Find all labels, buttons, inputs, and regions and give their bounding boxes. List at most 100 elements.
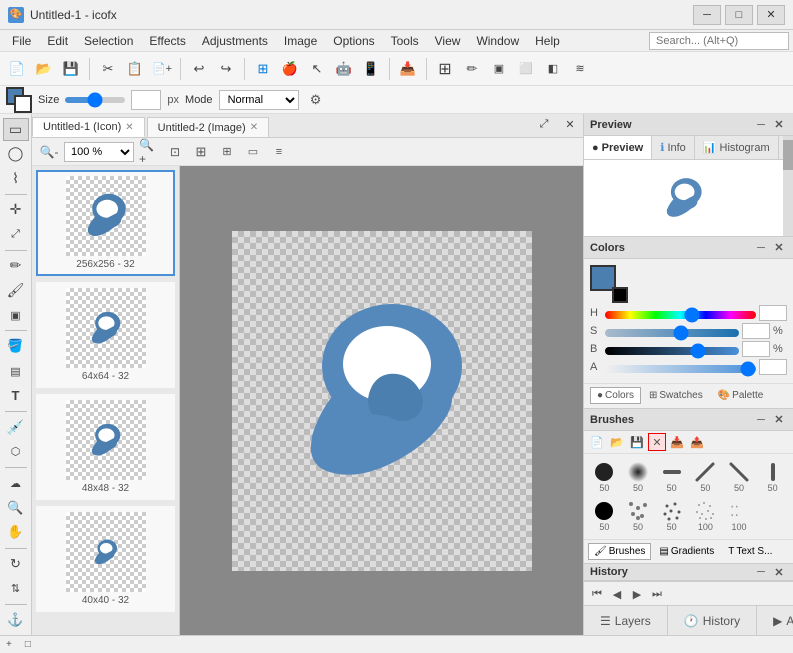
brush-dots[interactable]: 50 <box>622 497 655 535</box>
menu-adjustments[interactable]: Adjustments <box>194 32 276 50</box>
preview-scrollbar[interactable] <box>783 136 793 236</box>
menu-tools[interactable]: Tools <box>383 32 427 50</box>
preview-close-button[interactable]: ✕ <box>771 117 787 133</box>
wave-button[interactable]: ≋ <box>567 56 593 82</box>
eraser-tool[interactable]: ▣ <box>3 304 29 327</box>
a-slider[interactable] <box>605 365 756 373</box>
brushes-delete-button[interactable]: ✕ <box>648 433 666 451</box>
a-value[interactable]: 255 <box>759 359 787 375</box>
brushes-export-button[interactable]: 📤 <box>688 433 706 451</box>
color-replace-tool[interactable]: ⬡ <box>3 440 29 463</box>
windows-button[interactable]: ⊞ <box>250 56 276 82</box>
move-tool[interactable]: ✛ <box>3 199 29 222</box>
thumb-48[interactable]: 48x48 - 32 <box>36 394 175 500</box>
open-button[interactable]: 📂 <box>31 56 57 82</box>
menu-help[interactable]: Help <box>527 32 568 50</box>
menu-view[interactable]: View <box>427 32 469 50</box>
cursor-button[interactable]: ↖ <box>304 56 330 82</box>
cut-button[interactable]: ✂ <box>95 56 121 82</box>
snap-button[interactable]: ⊞ <box>216 141 238 163</box>
brushes-tab-gradients[interactable]: ▤ Gradients <box>653 543 720 560</box>
tab-image[interactable]: Untitled-2 (Image) ✕ <box>147 117 269 137</box>
preview-tab-histogram[interactable]: 📊 Histogram <box>695 136 779 159</box>
rotate-tool[interactable]: ↻ <box>3 552 29 575</box>
brushes-import-button[interactable]: 📥 <box>668 433 686 451</box>
b-value[interactable]: 72 <box>742 341 770 357</box>
fill-tool[interactable]: 🪣 <box>3 335 29 358</box>
tab-close-all-button[interactable]: ✕ <box>557 114 583 137</box>
brushes-tab-brushes[interactable]: 🖌 Brushes <box>588 543 651 560</box>
history-next-button[interactable]: ▶ <box>628 585 646 603</box>
history-last-button[interactable]: ⏭ <box>648 585 666 603</box>
hand-tool[interactable]: ✋ <box>3 521 29 544</box>
menu-selection[interactable]: Selection <box>76 32 141 50</box>
paste-button[interactable]: 📄+ <box>149 56 175 82</box>
colors-close-button[interactable]: ✕ <box>771 240 787 256</box>
new-button[interactable]: 📄 <box>4 56 30 82</box>
brushes-close-button[interactable]: ✕ <box>771 412 787 428</box>
anchor-tool[interactable]: ⚓ <box>3 608 29 631</box>
text-tool[interactable]: T <box>3 384 29 407</box>
bottom-tab-layers[interactable]: ☰ Layers <box>584 606 668 635</box>
gradient-tool[interactable]: ▤ <box>3 360 29 383</box>
colors-tab-swatches[interactable]: ⊞ Swatches <box>642 387 710 404</box>
menu-edit[interactable]: Edit <box>39 32 76 50</box>
brush-line-d2[interactable]: 50 <box>723 458 756 496</box>
brush-black-dot[interactable]: 50 <box>588 497 621 535</box>
brushes-save-button[interactable]: 💾 <box>628 433 646 451</box>
settings-icon[interactable]: ⚙ <box>305 89 327 111</box>
color-swatch[interactable] <box>6 87 32 113</box>
preview-scroll-thumb[interactable] <box>783 140 793 170</box>
history-close-button[interactable]: ✕ <box>771 564 787 580</box>
history-first-button[interactable]: ⏮ <box>588 585 606 603</box>
brush-soft-round[interactable]: 50 <box>622 458 655 496</box>
brush-line-v[interactable]: 50 <box>756 458 789 496</box>
maximize-button[interactable]: □ <box>725 5 753 25</box>
main-canvas[interactable] <box>180 166 583 635</box>
b-slider[interactable] <box>605 347 739 355</box>
zoom-out-button[interactable]: 🔍- <box>38 141 60 163</box>
brush-tool[interactable]: 🖌 <box>3 279 29 302</box>
tab-icon-close[interactable]: ✕ <box>125 122 133 133</box>
bottom-tab-history[interactable]: 🕐 History <box>668 606 757 635</box>
size-input[interactable]: 50 <box>131 90 161 110</box>
search-input[interactable] <box>649 32 789 50</box>
menu-options[interactable]: Options <box>325 32 382 50</box>
import-button[interactable]: 📥 <box>395 56 421 82</box>
s-slider[interactable] <box>605 329 739 337</box>
android-button[interactable]: 🤖 <box>331 56 357 82</box>
tab-image-close[interactable]: ✕ <box>250 122 258 133</box>
size-slider[interactable] <box>65 97 125 103</box>
transform-tool[interactable]: ⤢ <box>3 223 29 246</box>
zoom-fit-button[interactable]: ⊡ <box>164 141 186 163</box>
redo-button[interactable]: ↪ <box>213 56 239 82</box>
h-value[interactable]: 210 <box>759 305 787 321</box>
menu-effects[interactable]: Effects <box>141 32 193 50</box>
brush-scatter[interactable]: 50 <box>655 497 688 535</box>
brush-line-h[interactable]: 50 <box>655 458 688 496</box>
brush-hard-round[interactable]: 50 <box>588 458 621 496</box>
brush-line-d1[interactable]: 50 <box>689 458 722 496</box>
tab-expand-button[interactable]: ⤢ <box>531 114 557 137</box>
pen-button[interactable]: ✏ <box>459 56 485 82</box>
brushes-open-button[interactable]: 📂 <box>608 433 626 451</box>
apple-button[interactable]: 🍎 <box>277 56 303 82</box>
thumb-256[interactable]: 256x256 - 32 <box>36 170 175 276</box>
s-value[interactable]: 58 <box>742 323 770 339</box>
select-ellipse-tool[interactable]: ◯ <box>3 143 29 166</box>
history-prev-button[interactable]: ◀ <box>608 585 626 603</box>
zoom-select[interactable]: 100 % 50 % 200 % <box>64 142 134 162</box>
close-button[interactable]: ✕ <box>757 5 785 25</box>
mode-select[interactable]: Normal Multiply Screen Overlay <box>219 90 299 110</box>
history-pin-button[interactable]: ─ <box>753 564 769 580</box>
preview-tab-info[interactable]: ℹ Info <box>652 136 695 159</box>
background-color[interactable] <box>14 95 32 113</box>
layer-button[interactable]: ≡ <box>268 141 290 163</box>
preview-pin-button[interactable]: ─ <box>753 117 769 133</box>
brushes-new-button[interactable]: 📄 <box>588 433 606 451</box>
brush-texture100[interactable]: 100 <box>689 497 722 535</box>
filter-button[interactable]: ◧ <box>540 56 566 82</box>
eraser-button[interactable]: ▣ <box>486 56 512 82</box>
menu-window[interactable]: Window <box>468 32 527 50</box>
lasso-tool[interactable]: ⌇ <box>3 167 29 190</box>
